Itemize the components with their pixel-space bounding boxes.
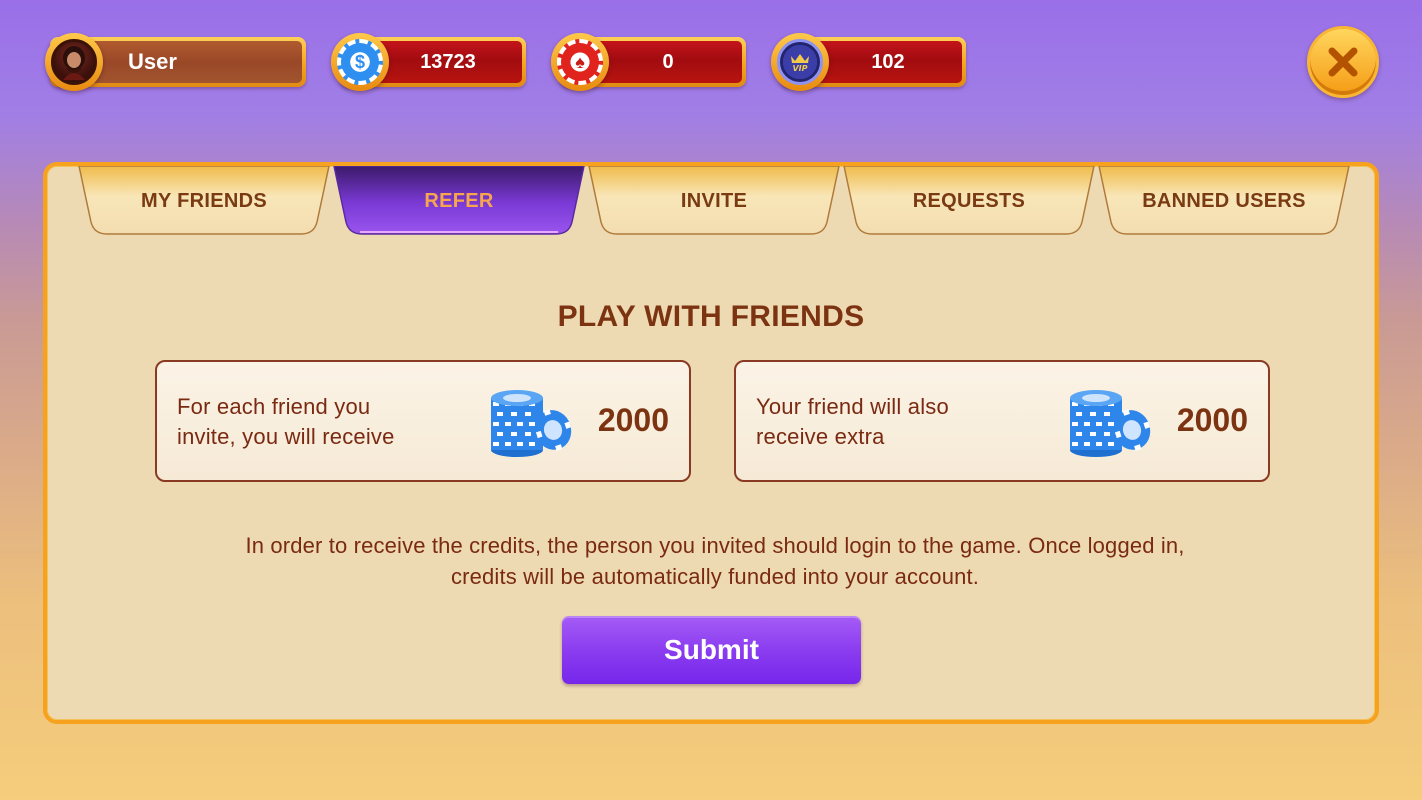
user-name: User — [128, 49, 177, 74]
coins-badge: $ — [331, 33, 389, 91]
svg-text:VIP: VIP — [792, 64, 807, 72]
tab-banned-users[interactable]: BANNED USERS — [1095, 166, 1353, 236]
tab-label: BANNED USERS — [1142, 189, 1306, 212]
tab-refer[interactable]: REFER — [330, 166, 588, 236]
reward-amount: 2000 — [597, 402, 669, 438]
reward-amount: 2000 — [1176, 402, 1248, 438]
tab-label: REQUESTS — [912, 189, 1026, 212]
vip-badge: VIP — [771, 33, 829, 91]
reward-description: For each friend you invite, you will rec… — [177, 394, 395, 449]
chips-badge: ♠ — [551, 33, 609, 91]
spade-chip-icon: ♠ — [557, 39, 603, 85]
dollar-chip-icon: $ — [337, 39, 383, 85]
tab-invite[interactable]: INVITE — [585, 166, 843, 236]
vip-value: 102 — [871, 50, 905, 73]
close-button[interactable] — [1307, 26, 1379, 98]
vip-coin-icon: VIP — [777, 39, 823, 85]
tab-my-friends[interactable]: MY FRIENDS — [75, 166, 333, 236]
tab-label: REFER — [424, 189, 494, 212]
submit-button[interactable]: Submit — [562, 616, 861, 684]
reward-card-inviter: For each friend you invite, you will rec… — [155, 360, 691, 482]
tab-label: INVITE — [680, 189, 748, 212]
friends-panel: MY FRIENDS REFER INVITE REQUESTS BANNED … — [43, 162, 1379, 724]
chip-stack-icon — [487, 384, 575, 462]
avatar-icon — [51, 39, 97, 85]
reward-card-friend: Your friend will also receive extra 2000 — [734, 360, 1270, 482]
tab-requests[interactable]: REQUESTS — [840, 166, 1098, 236]
section-title: PLAY WITH FRIENDS — [557, 300, 865, 333]
referral-info-text: In order to receive the credits, the per… — [245, 533, 1185, 589]
coins-value: 13723 — [420, 50, 476, 73]
tab-bar: MY FRIENDS REFER INVITE REQUESTS BANNED … — [47, 166, 1375, 242]
tab-label: MY FRIENDS — [141, 189, 267, 212]
avatar[interactable] — [45, 33, 103, 91]
close-icon — [1328, 47, 1358, 77]
reward-description: Your friend will also receive extra — [756, 394, 949, 449]
chips-value: 0 — [662, 50, 674, 73]
chip-stack-icon — [1066, 384, 1154, 462]
